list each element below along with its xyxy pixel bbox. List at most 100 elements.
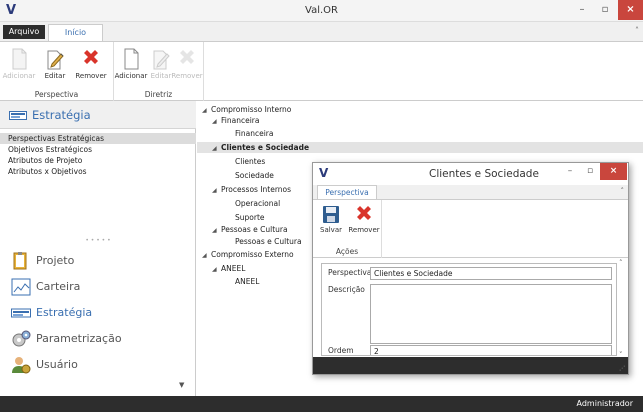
perspectiva-add-button[interactable]: Adicionar <box>2 48 36 86</box>
ribbon: Adicionar Editar Remover Perspectiva Adi… <box>0 41 643 101</box>
tree-node[interactable]: ◢ Financeira <box>212 115 259 126</box>
remove-icon <box>180 50 194 64</box>
document-icon <box>124 48 139 70</box>
perspective-dialog: V Clientes e Sociedade – ▫ × Perspectiva… <box>312 162 629 375</box>
module-carteira[interactable]: Carteira <box>0 275 196 301</box>
descricao-field[interactable] <box>370 284 612 344</box>
tree-node[interactable]: ◢ Pessoas e Cultura <box>212 224 288 235</box>
dialog-logo: V <box>319 166 329 180</box>
tree-expand-icon[interactable]: ◢ <box>202 105 211 116</box>
tree-node[interactable]: Pessoas e Cultura <box>235 236 302 247</box>
tree-node[interactable]: ◢ Compromisso Interno <box>202 104 291 115</box>
nav-sub-item-perspectivas[interactable]: Perspectivas Estratégicas <box>0 133 196 144</box>
tree-node[interactable]: Financeira <box>235 128 273 139</box>
save-button[interactable]: Salvar <box>315 205 347 234</box>
dialog-tab-bar: Perspectiva ˄ <box>313 185 628 200</box>
tree-node[interactable]: Operacional <box>235 198 280 209</box>
perspectiva-add-label: Adicionar <box>2 72 36 80</box>
tree-node[interactable]: ◢ Compromisso Externo <box>202 249 294 260</box>
tree-node-label: Clientes e Sociedade <box>221 143 310 152</box>
dialog-scrollbar[interactable]: ˄ ˅ <box>618 259 628 359</box>
status-bar: Administrador <box>0 396 643 412</box>
remove-button[interactable]: Remover <box>348 205 380 234</box>
save-label: Salvar <box>320 226 342 234</box>
tree-node-label: Financeira <box>221 116 260 125</box>
chevron-up-icon[interactable]: ˄ <box>619 259 623 267</box>
tree-node-label: Clientes <box>235 157 266 166</box>
module-parametrizacao-label: Parametrização <box>36 332 122 345</box>
ribbon-group-diretriz-label: Diretriz <box>144 90 173 99</box>
tree-node-label: Suporte <box>235 213 265 222</box>
minimize-icon[interactable]: – <box>571 0 593 20</box>
tree-node[interactable]: ANEEL <box>235 276 259 287</box>
perspectiva-field-label: Perspectiva <box>328 268 372 277</box>
tree-node-label: Compromisso Externo <box>211 250 294 259</box>
tree-node-label: ANEEL <box>221 264 246 273</box>
chevron-down-icon[interactable]: ▼ <box>179 381 184 389</box>
module-projeto[interactable]: Projeto <box>0 249 196 275</box>
tree-node[interactable]: Suporte <box>235 212 265 223</box>
tree-expand-icon[interactable]: ◢ <box>212 185 221 196</box>
ribbon-group-perspectiva-label: Perspectiva <box>34 90 79 99</box>
dialog-status-bar: ⋰ <box>313 357 628 374</box>
tree-node[interactable]: Sociedade <box>235 170 274 181</box>
maximize-icon[interactable]: ▫ <box>594 0 616 20</box>
ribbon-collapse-icon[interactable]: ˄ <box>635 26 639 35</box>
ordem-field-label: Ordem <box>328 346 354 355</box>
tab-perspectiva[interactable]: Perspectiva <box>317 185 377 200</box>
tree-node-label: Compromisso Interno <box>211 105 292 114</box>
module-usuario-label: Usuário <box>36 358 78 371</box>
module-usuario[interactable]: Usuário <box>0 353 196 379</box>
nav-section-title: Estratégia <box>32 108 91 122</box>
diretriz-remove-label: Remover <box>171 72 203 80</box>
tree-node[interactable]: ◢ ANEEL <box>212 263 245 274</box>
tree-node[interactable]: ◢ Processos Internos <box>212 184 291 195</box>
maximize-icon[interactable]: ▫ <box>581 163 599 180</box>
dialog-title-bar[interactable]: V Clientes e Sociedade – ▫ × <box>313 163 628 185</box>
tree-node-label: Processos Internos <box>221 185 292 194</box>
dialog-form: Perspectiva Clientes e Sociedade Descriç… <box>321 263 617 356</box>
dialog-group-acoes: Salvar Remover Ações <box>313 200 382 258</box>
remove-icon <box>84 50 98 64</box>
tree-node-selected[interactable]: ◢ Clientes e Sociedade <box>197 142 643 153</box>
diretriz-add-button[interactable]: Adicionar <box>114 48 148 86</box>
nav-sub-list: Perspectivas Estratégicas Objetivos Estr… <box>0 133 196 177</box>
module-estrategia[interactable]: Estratégia <box>0 301 196 327</box>
descricao-field-label: Descrição <box>328 285 365 294</box>
module-parametrizacao[interactable]: Parametrização <box>0 327 196 353</box>
strategy-icon <box>9 111 27 120</box>
tree-expand-icon[interactable]: ◢ <box>212 225 221 236</box>
perspectiva-edit-label: Editar <box>44 72 66 80</box>
minimize-icon[interactable]: – <box>561 163 579 180</box>
user-icon <box>12 357 31 374</box>
nav-sub-item-atributos-objetivos[interactable]: Atributos x Objetivos <box>0 166 196 177</box>
navigation-panel: Estratégia Perspectivas Estratégicas Obj… <box>0 101 196 396</box>
nav-section-header: Estratégia <box>0 101 196 129</box>
perspectiva-edit-button[interactable]: Editar <box>38 48 72 86</box>
nav-sub-item-atributos-projeto[interactable]: Atributos de Projeto <box>0 155 196 166</box>
resize-grip-icon[interactable]: ⋰ <box>619 365 625 372</box>
ribbon-collapse-icon[interactable]: ˄ <box>621 187 625 195</box>
module-projeto-label: Projeto <box>36 254 75 267</box>
perspectiva-field[interactable]: Clientes e Sociedade <box>370 267 612 280</box>
remove-label: Remover <box>348 226 380 234</box>
tree-expand-icon[interactable]: ◢ <box>212 116 221 127</box>
tree-node-label: Pessoas e Cultura <box>221 225 288 234</box>
close-icon[interactable]: × <box>618 0 643 20</box>
tree-expand-icon[interactable]: ◢ <box>212 143 221 154</box>
tree-node[interactable]: Clientes <box>235 156 265 167</box>
close-icon[interactable]: × <box>600 163 627 180</box>
nav-sub-item-objetivos[interactable]: Objetivos Estratégicos <box>0 144 196 155</box>
diretriz-remove-button[interactable]: Remover <box>170 48 204 86</box>
tree-expand-icon[interactable]: ◢ <box>202 250 211 261</box>
ribbon-group-perspectiva: Adicionar Editar Remover Perspectiva <box>0 42 114 101</box>
diretriz-add-label: Adicionar <box>114 72 148 80</box>
dialog-ribbon: Salvar Remover Ações <box>313 199 628 258</box>
nav-splitter[interactable]: • • • • • <box>0 238 196 244</box>
tree-node-label: Pessoas e Cultura <box>235 237 302 246</box>
tab-inicio[interactable]: Início <box>48 24 103 42</box>
tree-expand-icon[interactable]: ◢ <box>212 264 221 275</box>
ordem-field[interactable]: 2 <box>370 345 612 355</box>
perspectiva-remove-button[interactable]: Remover <box>74 48 108 86</box>
tab-arquivo[interactable]: Arquivo <box>3 25 45 39</box>
